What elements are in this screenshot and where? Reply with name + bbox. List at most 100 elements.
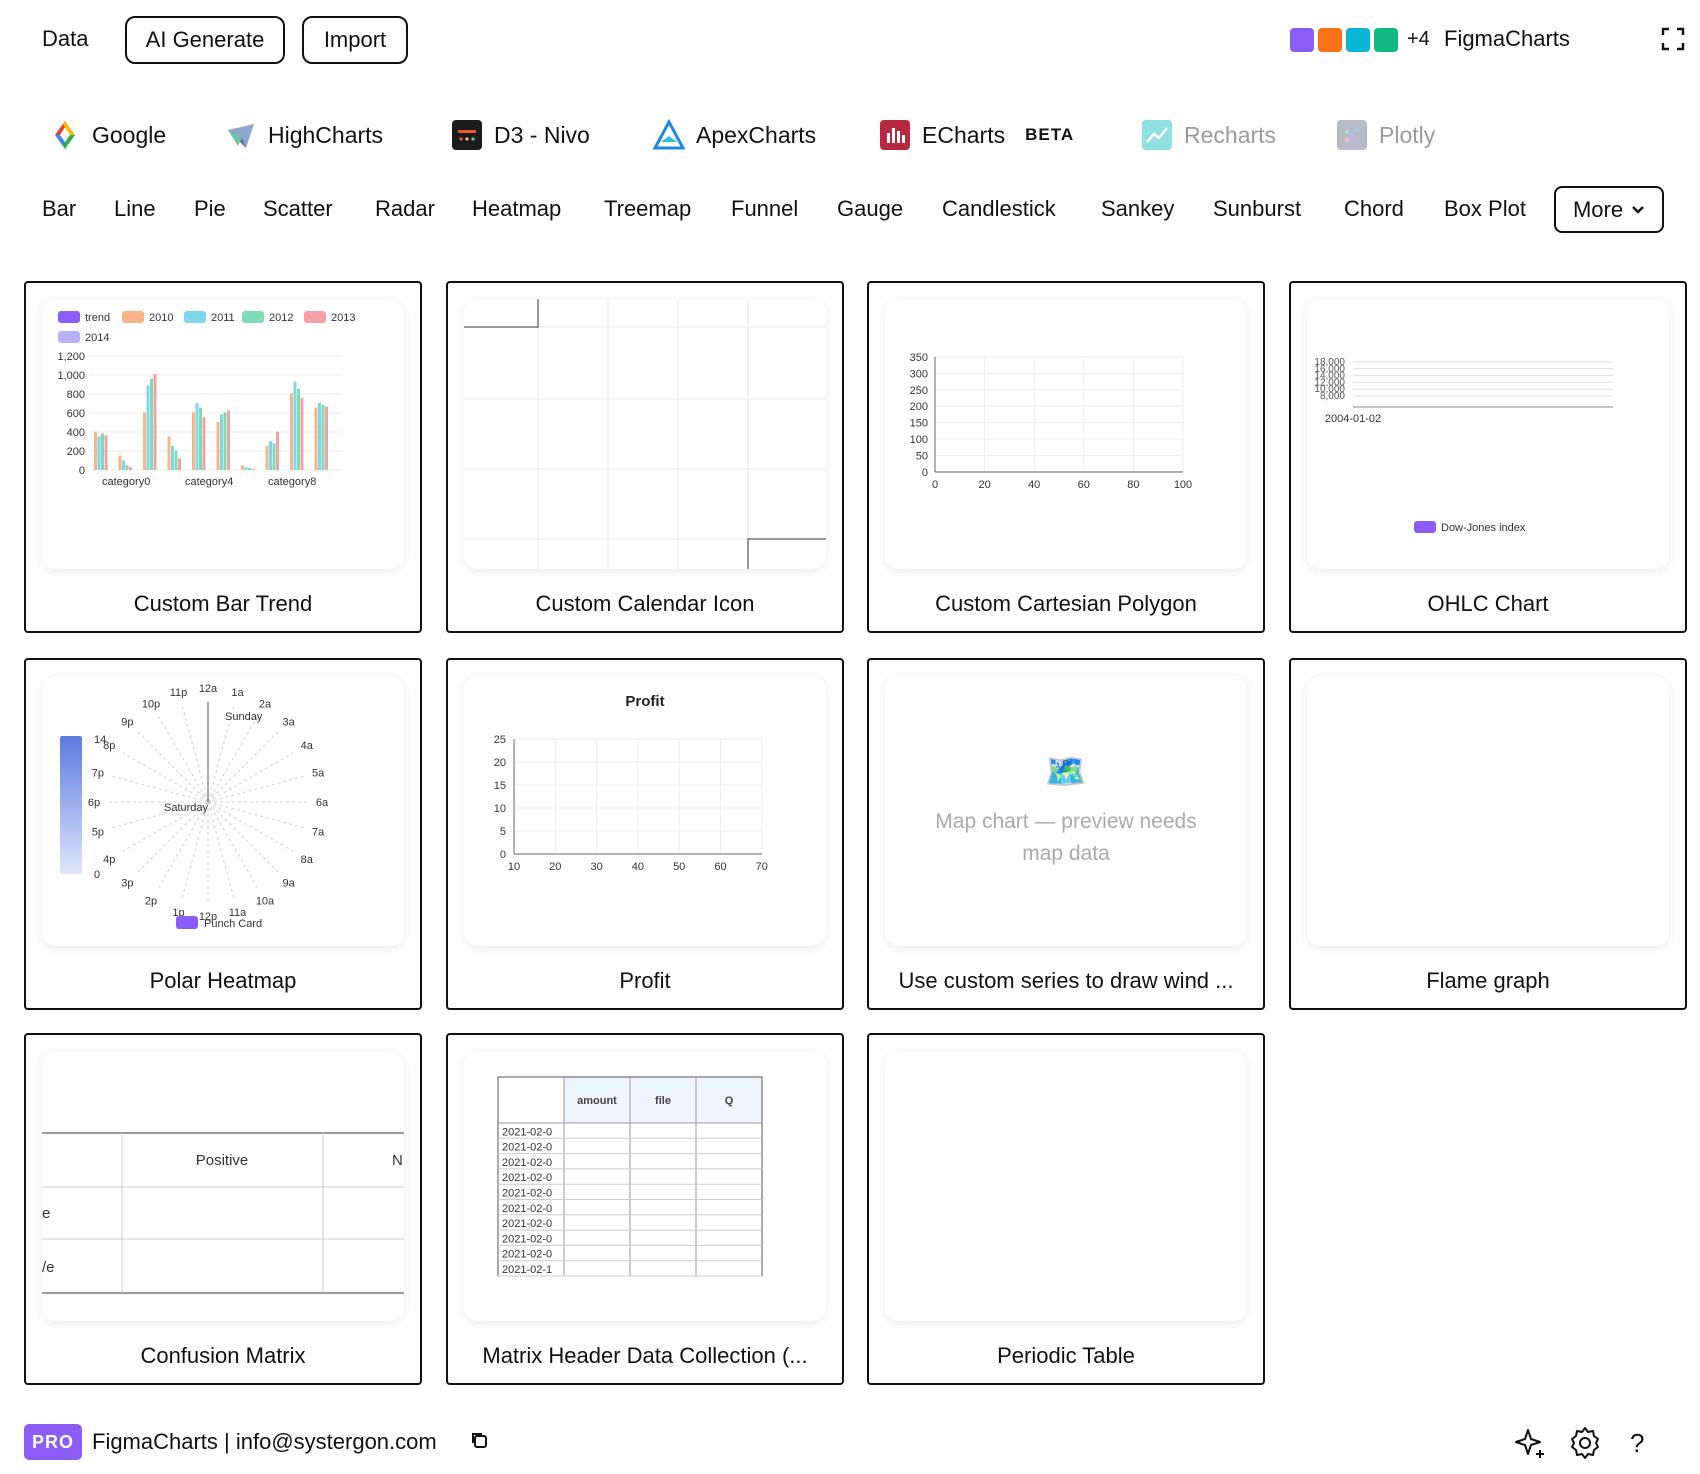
chart-title: Profit	[625, 693, 664, 710]
bar	[318, 402, 321, 470]
y-tick-label: 800	[67, 389, 85, 401]
day-label: Saturday	[164, 802, 209, 814]
chart-card-ohlc[interactable]: 18,000 16,000 14,000 12,000 10,000 8,000 2004-…	[1289, 281, 1687, 633]
apexcharts-icon	[652, 118, 686, 150]
x-tick-label: 60	[714, 861, 726, 873]
gear-icon[interactable]	[1566, 1424, 1604, 1462]
y-tick-label: 100	[910, 434, 928, 446]
chart-card-custom-bar-trend[interactable]: trend 2010 2011 2012 2013 2014 1,200 1,000 800 6…	[24, 281, 422, 633]
top-toolbar: Data AI Generate Import +4 FigmaCharts	[0, 0, 1700, 90]
bar	[97, 436, 101, 470]
chart-card-matrix-header[interactable]: amount file Q 2021-02-0 2021-02-0 2021-02-0 20…	[446, 1033, 844, 1385]
library-tab-highcharts[interactable]: HighCharts	[224, 118, 383, 152]
x-tick-label: 50	[673, 861, 685, 873]
polar-axis-line	[207, 751, 295, 803]
chart-card-polar-heatmap[interactable]: 14 0 12a 1a 2a 3a 4a 5a 6a 7a 8a 9a 10a 11a 12p 1p 2p 3…	[24, 658, 422, 1010]
sparkle-icon[interactable]	[1512, 1424, 1550, 1462]
library-tab-apexcharts[interactable]: ApexCharts	[652, 118, 816, 152]
type-tab-heatmap[interactable]: Heatmap	[472, 196, 561, 222]
library-tab-echarts[interactable]: ECharts BETA	[878, 118, 1074, 152]
type-tab-treemap[interactable]: Treemap	[604, 196, 691, 222]
cartesian-polygon-chart: 350 300 250 200 150 100 50 00 20 40 60 80 100	[910, 352, 1193, 491]
help-button[interactable]: ?	[1630, 1428, 1644, 1466]
type-tab-pie[interactable]: Pie	[194, 196, 226, 222]
library-label: Recharts	[1184, 121, 1277, 148]
legend-swatch	[1414, 521, 1436, 533]
legend-swatch[interactable]	[176, 916, 198, 929]
legend-swatch	[122, 311, 144, 323]
legend-swatch	[58, 311, 80, 323]
type-tab-box-plot[interactable]: Box Plot	[1444, 196, 1526, 222]
card-title: Matrix Header Data Collection (...	[482, 1343, 808, 1368]
polar-axis-line	[121, 751, 209, 803]
chart-card-custom-cartesian-polygon[interactable]: 350 300 250 200 150 100 50 0 0 20 40 60 80 100 Custom…	[867, 281, 1265, 633]
library-tabs: Google HighCharts D3 - Nivo ApexCharts E…	[0, 108, 1700, 158]
y-tick-label: 200	[67, 446, 85, 458]
chart-card-custom-calendar-icon[interactable]: Custom Calendar Icon	[446, 281, 844, 633]
library-tab-nivo[interactable]: D3 - Nivo	[450, 118, 590, 152]
chart-preview	[464, 299, 826, 569]
type-tab-radar[interactable]: Radar	[375, 196, 435, 222]
type-tab-line[interactable]: Line	[114, 196, 156, 222]
card-title: Confusion Matrix	[140, 1343, 306, 1368]
recharts-icon	[1142, 120, 1172, 150]
chart-card-periodic-table[interactable]: Periodic Table	[867, 1033, 1265, 1385]
footer: PRO FigmaCharts | info@systergon.com ?	[0, 1420, 1700, 1474]
ohlc-chart: 18,00016,00014,00012,00010,0008,0002004-…	[1314, 357, 1613, 534]
row-label: 2021-02-0	[502, 1249, 552, 1261]
library-tab-google[interactable]: Google	[48, 118, 166, 152]
type-tab-sankey[interactable]: Sankey	[1101, 196, 1174, 222]
hour-label: 3a	[282, 716, 295, 728]
x-tick-label: 20	[978, 479, 990, 491]
hour-label: 6a	[316, 797, 329, 809]
y-tick-label: 1,200	[57, 351, 85, 363]
swatch-orange[interactable]	[1318, 28, 1342, 52]
chart-card-profit[interactable]: Profit 25 20 15 10 5 0 10 20 30 40 50 60 70 Profit	[446, 658, 844, 1010]
y-tick-label: 20	[494, 757, 506, 769]
type-tab-candlestick[interactable]: Candlestick	[942, 196, 1056, 222]
card-title: Custom Cartesian Polygon	[935, 591, 1197, 616]
row-label: 2021-02-0	[502, 1203, 552, 1215]
bar	[272, 443, 276, 470]
footer-contact: FigmaCharts | info@systergon.com	[92, 1429, 437, 1454]
bar	[244, 467, 248, 470]
library-tab-recharts[interactable]: Recharts	[1140, 118, 1276, 152]
ai-generate-button[interactable]: AI Generate	[125, 16, 285, 64]
data-menu[interactable]: Data	[42, 26, 88, 52]
chart-card-wind[interactable]: 🗺️ Map chart — preview needs map data Us…	[867, 658, 1265, 1010]
import-button[interactable]: Import	[302, 16, 408, 64]
type-tab-bar[interactable]: Bar	[42, 196, 76, 222]
swatch-purple[interactable]	[1290, 28, 1314, 52]
more-colors-count[interactable]: +4	[1407, 28, 1430, 51]
chart-card-confusion-matrix[interactable]: Positive N e /e Confusion Matrix	[24, 1033, 422, 1385]
color-palette[interactable]	[1290, 28, 1398, 52]
chart-preview	[885, 1051, 1247, 1321]
pro-badge[interactable]: PRO	[24, 1424, 82, 1460]
visual-map-bar[interactable]	[60, 736, 82, 874]
type-tab-sunburst[interactable]: Sunburst	[1213, 196, 1301, 222]
copy-icon[interactable]	[470, 1431, 488, 1449]
type-tab-funnel[interactable]: Funnel	[731, 196, 798, 222]
more-types-dropdown[interactable]: More	[1554, 186, 1664, 233]
row-label: 2021-02-0	[502, 1172, 552, 1184]
y-tick-label: 0	[500, 849, 506, 861]
library-tab-plotly[interactable]: Plotly	[1335, 118, 1435, 152]
swatch-cyan[interactable]	[1346, 28, 1370, 52]
x-tick-label: category8	[268, 476, 316, 488]
legend-swatch	[304, 311, 326, 323]
chart-preview: 350 300 250 200 150 100 50 0 0 20 40 60 80 100	[885, 299, 1247, 569]
type-tab-scatter[interactable]: Scatter	[263, 196, 333, 222]
y-tick-label: 200	[910, 401, 928, 413]
type-tab-chord[interactable]: Chord	[1344, 196, 1404, 222]
swatch-green[interactable]	[1374, 28, 1398, 52]
legend-label: 2010	[149, 312, 173, 324]
x-tick-label: category0	[102, 476, 150, 488]
calendar-chart	[464, 299, 826, 569]
column-header: Q	[725, 1095, 734, 1107]
fullscreen-icon[interactable]	[1661, 27, 1685, 51]
bar	[248, 468, 251, 470]
y-tick-label: 0	[922, 467, 928, 479]
chart-card-flame-graph[interactable]: Flame graph	[1289, 658, 1687, 1010]
hour-label: 4a	[301, 740, 314, 752]
type-tab-gauge[interactable]: Gauge	[837, 196, 903, 222]
